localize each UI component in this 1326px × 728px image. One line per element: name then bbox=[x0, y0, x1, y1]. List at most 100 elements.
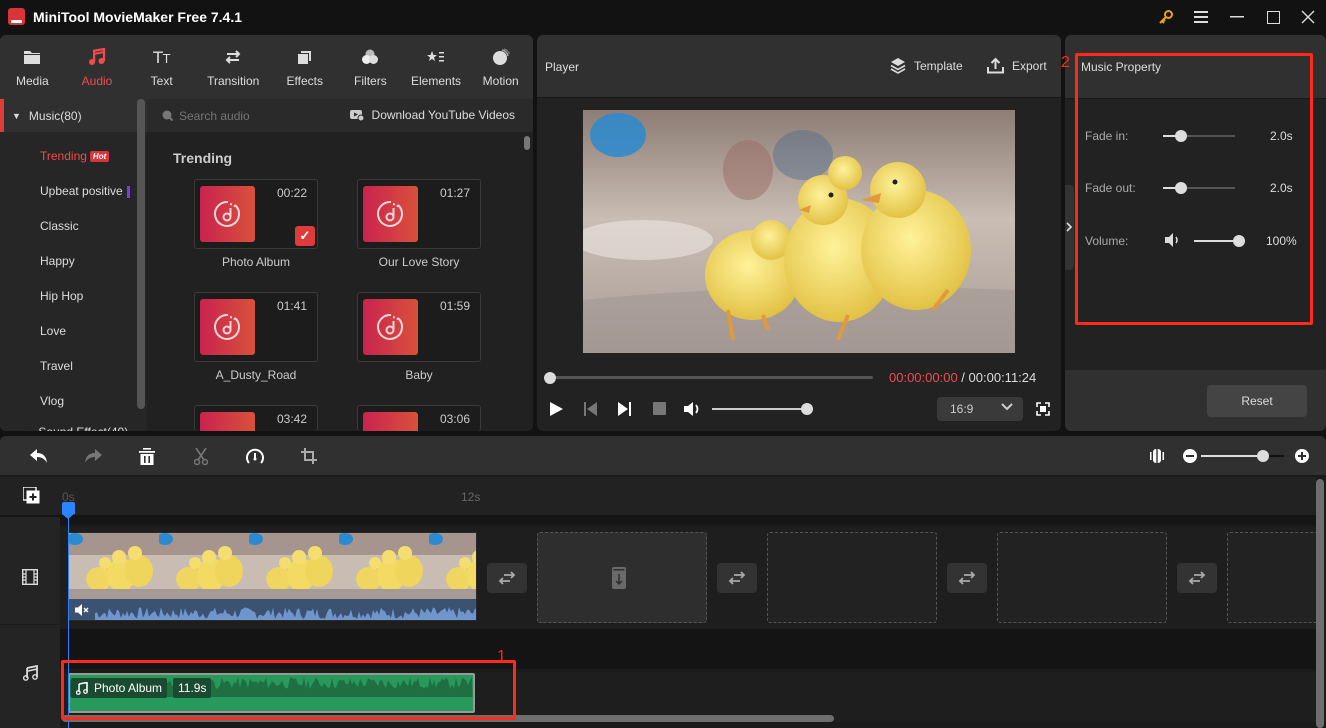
collapse-panel-handle[interactable] bbox=[1065, 185, 1074, 270]
music-disc-icon bbox=[363, 186, 418, 242]
toolbar-tabs: Media Audio TT Text Transition Effects F… bbox=[0, 35, 533, 99]
category-travel[interactable]: Travel bbox=[40, 359, 73, 373]
youtube-download-icon bbox=[349, 109, 364, 121]
play-button[interactable] bbox=[550, 402, 563, 416]
empty-clip-slot[interactable] bbox=[997, 532, 1167, 623]
video-frame-thumbnail bbox=[429, 533, 476, 599]
progress-knob[interactable] bbox=[544, 372, 556, 384]
previous-frame-button[interactable] bbox=[584, 402, 597, 416]
transition-slot-button[interactable] bbox=[947, 563, 987, 593]
crop-button[interactable] bbox=[299, 446, 319, 466]
content-scrollbar[interactable] bbox=[524, 136, 530, 150]
app-logo-icon bbox=[8, 8, 25, 25]
audio-card-our-love-story[interactable]: 01:27 bbox=[357, 179, 481, 249]
audio-card-photo-album[interactable]: 00:22 ✓ bbox=[194, 179, 318, 249]
split-scissors-button[interactable] bbox=[191, 446, 211, 466]
category-trending[interactable]: Trending Hot bbox=[40, 149, 110, 163]
music-disc-icon bbox=[363, 299, 418, 355]
tab-elements[interactable]: Elements bbox=[404, 35, 469, 99]
tab-effects[interactable]: Effects bbox=[272, 35, 337, 99]
video-frame-thumbnail bbox=[69, 533, 159, 599]
key-icon[interactable] bbox=[1154, 6, 1178, 28]
audio-duration: 03:42 bbox=[276, 412, 307, 426]
import-download-icon bbox=[612, 567, 626, 589]
audio-name: Baby bbox=[405, 368, 433, 382]
redo-button[interactable] bbox=[83, 446, 103, 466]
playback-progress-slider[interactable] bbox=[545, 376, 873, 379]
drop-clip-slot[interactable] bbox=[537, 532, 707, 623]
selected-check-icon[interactable]: ✓ bbox=[295, 226, 315, 246]
category-group-music[interactable]: ▼ Music(80) bbox=[0, 99, 147, 132]
layers-icon bbox=[890, 57, 906, 74]
transition-swap-icon bbox=[1188, 571, 1206, 585]
transition-slot-button[interactable] bbox=[717, 563, 757, 593]
add-track-button[interactable] bbox=[23, 487, 40, 504]
audio-card-a-dusty-road[interactable]: 01:41 bbox=[194, 292, 318, 362]
volume-slider[interactable] bbox=[712, 408, 807, 410]
tab-media[interactable]: Media bbox=[0, 35, 65, 99]
category-happy[interactable]: Happy bbox=[40, 254, 75, 268]
zoom-in-button[interactable] bbox=[1292, 446, 1312, 466]
download-youtube-button[interactable]: Download YouTube Videos bbox=[349, 108, 515, 122]
empty-clip-slot[interactable] bbox=[767, 532, 937, 623]
tab-label: Text bbox=[150, 74, 173, 88]
tab-label: Media bbox=[15, 74, 49, 88]
tab-filters[interactable]: Filters bbox=[337, 35, 404, 99]
volume-icon[interactable] bbox=[684, 401, 702, 417]
menu-icon[interactable] bbox=[1189, 6, 1213, 28]
stop-button[interactable] bbox=[653, 402, 666, 415]
tab-label: Elements bbox=[411, 74, 462, 88]
category-scrollbar[interactable] bbox=[137, 99, 145, 409]
fit-to-timeline-button[interactable] bbox=[1147, 446, 1167, 466]
audio-card[interactable]: 03:06 bbox=[357, 405, 481, 431]
annotation-number-2: 2 bbox=[1061, 54, 1070, 71]
tab-transition[interactable]: Transition bbox=[194, 35, 272, 99]
close-button[interactable] bbox=[1296, 6, 1320, 28]
aspect-ratio-select[interactable]: 16:9 bbox=[937, 397, 1023, 421]
category-group-sound-effect[interactable]: ▶ Sound Effect(40) bbox=[30, 423, 128, 431]
transition-slot-button[interactable] bbox=[1177, 563, 1217, 593]
category-vlog[interactable]: Vlog bbox=[40, 394, 64, 408]
mute-icon[interactable] bbox=[75, 604, 89, 616]
undo-button[interactable] bbox=[29, 446, 49, 466]
template-button[interactable]: Template bbox=[890, 57, 963, 74]
next-frame-button[interactable] bbox=[618, 402, 631, 416]
volume-knob[interactable] bbox=[801, 403, 813, 415]
category-upbeat-positive[interactable]: Upbeat positive bbox=[40, 184, 130, 198]
delete-button[interactable] bbox=[137, 446, 157, 466]
speed-gauge-button[interactable] bbox=[245, 446, 265, 466]
music-disc-icon bbox=[200, 299, 255, 355]
filters-icon bbox=[359, 46, 381, 68]
video-preview[interactable] bbox=[583, 110, 1015, 353]
fullscreen-button[interactable] bbox=[1036, 402, 1050, 416]
category-love[interactable]: Love bbox=[40, 324, 66, 338]
zoom-out-button[interactable] bbox=[1180, 446, 1200, 466]
annotation-box-1 bbox=[61, 660, 516, 720]
player-header: Player Template Export bbox=[537, 35, 1061, 98]
tab-text[interactable]: TT Text bbox=[129, 35, 194, 99]
minimize-button[interactable] bbox=[1225, 6, 1249, 28]
export-button[interactable]: Export bbox=[987, 57, 1047, 74]
audio-card-baby[interactable]: 01:59 bbox=[357, 292, 481, 362]
maximize-button[interactable] bbox=[1261, 6, 1285, 28]
timeline-zoom-knob[interactable] bbox=[1257, 450, 1270, 462]
timeline-vertical-scrollbar[interactable] bbox=[1316, 479, 1324, 728]
timeline-ruler[interactable]: 0s 12s bbox=[0, 477, 1316, 525]
category-classic[interactable]: Classic bbox=[40, 219, 79, 233]
empty-clip-slot[interactable] bbox=[1227, 532, 1322, 623]
category-label: Trending bbox=[40, 149, 87, 163]
playhead-handle[interactable] bbox=[62, 502, 75, 519]
folder-icon bbox=[21, 46, 43, 68]
tab-audio[interactable]: Audio bbox=[65, 35, 130, 99]
category-hip-hop[interactable]: Hip Hop bbox=[40, 289, 83, 303]
reset-button[interactable]: Reset bbox=[1207, 385, 1307, 417]
audio-name: A_Dusty_Road bbox=[215, 368, 297, 382]
ruler-strip bbox=[0, 515, 1316, 525]
tab-motion[interactable]: Motion bbox=[468, 35, 533, 99]
audio-name: Our Love Story bbox=[378, 255, 460, 269]
tab-label: Effects bbox=[286, 74, 323, 88]
audio-card[interactable]: 03:42 bbox=[194, 405, 318, 431]
search-input[interactable] bbox=[179, 108, 329, 123]
video-clip[interactable] bbox=[68, 532, 477, 621]
transition-slot-button[interactable] bbox=[487, 563, 527, 593]
